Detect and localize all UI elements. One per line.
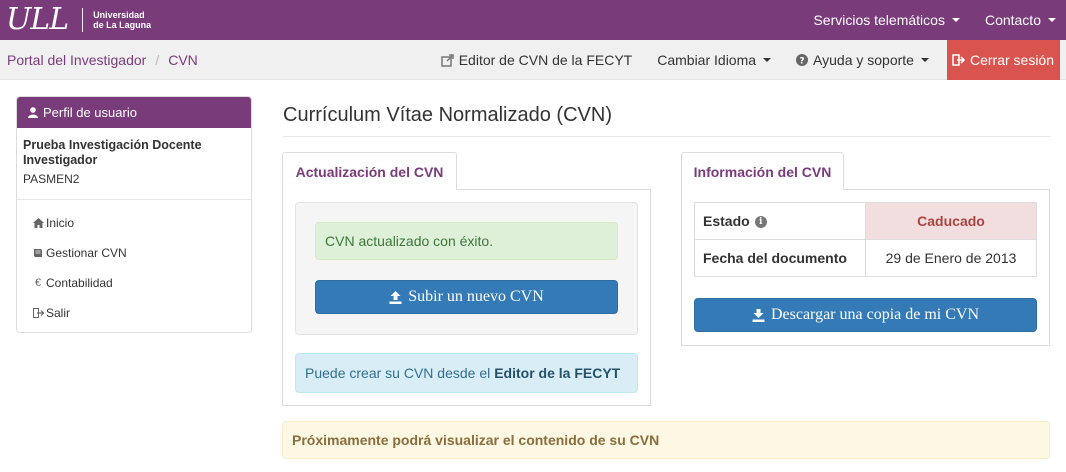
logo-divider [82,8,84,32]
chevron-down-icon [763,58,772,62]
user-code: PASMEN2 [23,172,80,186]
status-value: Caducado [865,202,1037,240]
coming-soon-message: Próximamente podrá visualizar el conteni… [292,432,660,448]
sidebar-item-label: Salir [46,306,71,320]
logo-university-name: Universidad de La Laguna [93,10,151,30]
user-icon [28,107,38,118]
logout-button[interactable]: Cerrar sesión [946,40,1060,80]
date-value: 29 de Enero de 2013 [865,239,1037,277]
logo-mark: ULL [6,2,69,37]
breadcrumb: Portal del Investigador / CVN [7,40,198,80]
chevron-down-icon [951,18,960,22]
contact-dropdown[interactable]: Contacto [985,12,1056,28]
tab-cvn-update[interactable]: Actualización del CVN [282,152,457,190]
contact-label: Contacto [984,12,1041,28]
cvn-info-panel: Estado i Caducado Fecha del documento 29 … [681,189,1050,346]
sidebar-item-gestionar-cvn[interactable]: Gestionar CVN [17,238,251,268]
info-message-text: Puede crear su CVN desde el [305,365,491,381]
tab-label: Actualización del CVN [295,163,444,180]
fecyt-editor-inline-link[interactable]: Editor de la FECYT [494,365,620,381]
date-label: Fecha del documento [694,239,866,277]
services-label: Servicios telemáticos [813,12,945,28]
help-dropdown[interactable]: ? Ayuda y soporte [796,52,929,68]
svg-text:?: ? [799,57,804,67]
sidebar-item-label: Gestionar CVN [46,246,127,260]
language-label: Cambiar Idioma [657,52,757,68]
page-title: Currículum Vítae Normalizado (CVN) [283,104,612,126]
tab-label: Información del CVN [693,163,832,180]
help-label: Ayuda y soporte [813,52,914,68]
title-divider [283,136,1050,137]
fecyt-editor-label: Editor de CVN de la FECYT [458,52,633,68]
secondary-nav-menu: Editor de CVN de la FECYT Cambiar Idioma… [416,40,1060,80]
table-row: Fecha del documento 29 de Enero de 2013 [694,239,1037,277]
book-icon [32,248,44,258]
external-link-icon [440,53,454,67]
sidebar-menu: Inicio Gestionar CVN € Contabilidad Sali… [17,200,251,328]
table-row: Estado i Caducado [694,202,1037,240]
coming-soon-alert: Próximamente podrá visualizar el conteni… [282,421,1050,459]
logo-line-2: de La Laguna [93,20,152,30]
secondary-navbar: Portal del Investigador / CVN Editor de … [0,40,1066,80]
breadcrumb-cvn-link[interactable]: CVN [168,52,198,68]
info-icon[interactable]: i [754,216,767,229]
logout-icon [32,308,44,318]
breadcrumb-separator: / [155,52,160,68]
logout-icon [952,54,965,66]
top-navbar: ULL Universidad de La Laguna Servicios t… [0,0,1066,40]
cvn-info-table: Estado i Caducado Fecha del documento 29 … [694,202,1037,277]
sidebar-item-salir[interactable]: Salir [17,298,251,328]
status-label-cell: Estado i [694,202,866,240]
download-cvn-button[interactable]: Descargar una copia de mi CVN [694,298,1037,332]
breadcrumb-portal-link[interactable]: Portal del Investigador [7,52,146,68]
upload-well: CVN actualizado con éxito. Subir un nuev… [295,202,638,335]
top-nav-menu: Servicios telemáticos Contacto [788,0,1056,40]
upload-button-label: Subir un nuevo CVN [408,288,544,305]
user-name-line-2: Investigador [23,153,98,167]
cvn-update-panel: CVN actualizado con éxito. Subir un nuev… [282,189,651,406]
download-button-label: Descargar una copia de mi CVN [770,306,980,323]
chevron-down-icon [920,58,929,62]
question-circle-icon: ? [796,54,809,67]
status-label: Estado [703,213,750,229]
chevron-down-icon [1048,18,1056,22]
sidebar-item-inicio[interactable]: Inicio [17,208,251,238]
tab-cvn-info[interactable]: Información del CVN [681,152,844,190]
upload-icon [389,290,402,304]
fecyt-info-alert: Puede crear su CVN desde el Editor de la… [295,353,638,393]
euro-icon: € [34,277,42,289]
university-logo[interactable]: ULL Universidad de La Laguna [6,5,151,35]
sidebar-title: Perfil de usuario [43,105,137,120]
download-icon [752,308,765,322]
language-dropdown[interactable]: Cambiar Idioma [657,52,772,68]
success-alert: CVN actualizado con éxito. [315,222,618,260]
home-icon [32,218,44,228]
fecyt-editor-link[interactable]: Editor de CVN de la FECYT [440,52,633,68]
success-message: CVN actualizado con éxito. [325,233,494,249]
sidebar-item-label: Contabilidad [46,276,113,290]
user-profile-sidebar: Perfil de usuario Prueba Investigación D… [16,96,252,333]
upload-cvn-button[interactable]: Subir un nuevo CVN [315,280,618,314]
services-dropdown[interactable]: Servicios telemáticos [813,12,960,28]
sidebar-header: Perfil de usuario [17,97,251,128]
sidebar-item-label: Inicio [46,216,75,230]
logo-line-1: Universidad [93,10,145,20]
sidebar-item-contabilidad[interactable]: € Contabilidad [17,268,251,298]
user-name-line-1: Prueba Investigación Docente [23,138,202,152]
user-name: Prueba Investigación Docente Investigado… [23,138,245,168]
logout-label: Cerrar sesión [969,52,1054,68]
user-info: Prueba Investigación Docente Investigado… [17,128,251,200]
